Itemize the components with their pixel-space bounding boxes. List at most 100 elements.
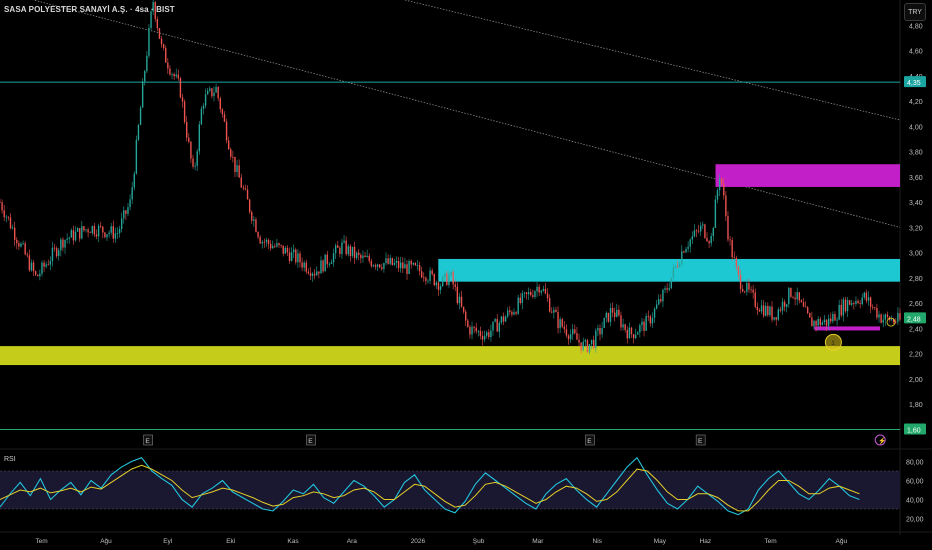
rsi-tick-label: 60,00 (906, 479, 924, 486)
candle-body (55, 248, 58, 257)
candle-body (712, 227, 714, 237)
candle-body (454, 284, 456, 287)
candle-body (857, 300, 859, 304)
candle-body (460, 296, 463, 307)
candle-body (202, 105, 205, 109)
candle-body (607, 312, 610, 322)
candle-body (668, 288, 670, 290)
candle-body (372, 265, 375, 267)
candle-body (227, 140, 230, 150)
event-marker-label: ⚡ (878, 437, 886, 445)
candle-body (412, 262, 414, 265)
candle-body (70, 230, 73, 238)
candle-body (674, 265, 677, 268)
price-zone (715, 164, 900, 187)
candle-body (641, 321, 643, 326)
x-tick-label: Haz (700, 538, 712, 545)
candle-body (431, 270, 433, 275)
candle-body (334, 245, 337, 254)
candle-body (506, 310, 509, 317)
candle-body (872, 306, 874, 308)
candle-body (695, 230, 698, 232)
candle-body (0, 202, 1, 203)
candle-body (725, 195, 727, 217)
candle-body (689, 239, 691, 247)
candle-body (502, 316, 505, 322)
candle-body (368, 255, 370, 262)
candle-body (685, 248, 687, 253)
candle-body (39, 273, 41, 277)
candle-body (418, 265, 421, 272)
candle-body (844, 299, 847, 312)
candle-body (492, 321, 494, 331)
candle-body (316, 271, 318, 276)
candle-body (221, 109, 224, 115)
candle-body (345, 240, 347, 255)
candle-body (441, 276, 444, 287)
candle-body (628, 327, 631, 339)
candle-body (798, 292, 801, 301)
candle-body (64, 239, 66, 248)
candle-body (408, 260, 410, 274)
candle-body (7, 216, 10, 218)
candle-body (649, 316, 652, 324)
candle-body (343, 240, 345, 243)
candle-body (190, 141, 192, 159)
candle-body (108, 232, 110, 235)
candle-body (509, 310, 511, 312)
candle-body (595, 330, 597, 349)
candle-body (790, 287, 792, 297)
candle-body (511, 311, 513, 315)
candle-body (840, 304, 842, 316)
candle-body (611, 308, 614, 313)
candle-body (234, 156, 236, 172)
candle-body (299, 253, 301, 263)
candle-body (45, 264, 47, 267)
candle-body (477, 331, 480, 332)
candle-body (139, 107, 142, 125)
candle-body (330, 262, 333, 264)
candle-body (416, 265, 419, 266)
candle-body (183, 101, 186, 123)
candle-body (469, 326, 471, 335)
candle-body (324, 254, 326, 272)
candle-body (137, 124, 140, 140)
candle-body (188, 137, 190, 142)
candle-body (645, 316, 647, 331)
candle-body (597, 328, 599, 331)
candle-body (622, 324, 624, 328)
candle-body (20, 243, 22, 247)
candle-body (196, 151, 198, 166)
y-tick-label: 3,40 (909, 200, 923, 207)
event-marker-label: E (145, 438, 150, 445)
candle-body (754, 292, 756, 307)
candle-body (58, 250, 60, 257)
x-tick-label: Eyl (163, 538, 173, 545)
candle-body (429, 270, 431, 281)
candle-body (339, 247, 341, 254)
chart-canvas[interactable]: 4,804,604,404,204,003,803,603,403,203,00… (0, 0, 932, 550)
candle-body (504, 316, 507, 322)
candle-body (557, 312, 559, 329)
candle-body (146, 55, 148, 72)
x-tick-label: Ağu (100, 538, 112, 545)
candle-body (223, 114, 226, 122)
candle-body (131, 187, 133, 200)
candle-body (716, 190, 719, 200)
candle-body (32, 262, 35, 272)
candle-body (288, 252, 291, 262)
x-tick-label: Eki (226, 538, 235, 545)
candle-body (666, 288, 668, 290)
candle-body (349, 246, 352, 256)
candle-body (788, 287, 790, 305)
candle-body (697, 230, 700, 232)
currency-button[interactable]: TRY (904, 3, 926, 21)
candle-body (211, 88, 213, 97)
candle-body (530, 292, 532, 296)
candle-body (79, 228, 81, 239)
candle-body (527, 292, 530, 295)
candle-body (739, 274, 742, 289)
candle-body (148, 27, 150, 56)
candle-body (169, 68, 171, 75)
candle-body (704, 224, 706, 238)
